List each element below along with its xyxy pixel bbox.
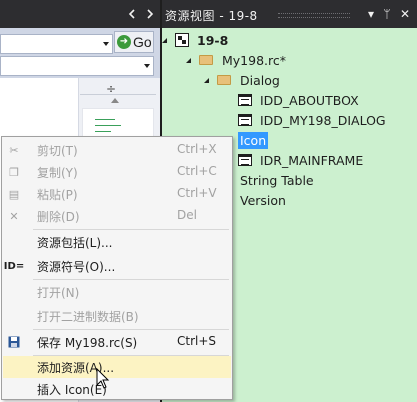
dialog-resource-icon	[238, 114, 252, 126]
menu-item-save[interactable]: 保存 My198.rc(S) Ctrl+S	[3, 331, 231, 353]
resource-view-title: 资源视图 - 19-8	[165, 9, 258, 23]
menu-item-label: 复制(Y)	[37, 166, 78, 180]
tree-item-label: Icon	[238, 131, 269, 149]
tree-item-label: Version	[240, 192, 286, 208]
menu-item-label: 打开二进制数据(B)	[37, 310, 139, 324]
delete-icon: ✕	[9, 209, 19, 223]
scroll-right-icon[interactable]	[142, 6, 158, 22]
menu-item-shortcut: Ctrl+V	[177, 186, 217, 200]
menu-item-label: 资源包括(L)...	[37, 236, 113, 250]
menu-item-shortcut: Del	[177, 208, 197, 222]
window-menu-icon[interactable]: ▾	[364, 7, 378, 21]
menu-item-label: 打开(N)	[37, 286, 80, 300]
editor-titlebar	[0, 0, 160, 28]
tree-item-version[interactable]: Version	[238, 190, 288, 210]
tree-item-dialog-folder[interactable]: Dialog	[204, 70, 282, 90]
save-icon	[6, 334, 22, 350]
tree-item-label: String Table	[240, 172, 314, 188]
scroll-up-icon[interactable]	[111, 98, 119, 103]
menu-item-label: 资源符号(O)...	[37, 260, 116, 274]
chevron-down-icon	[103, 42, 109, 46]
scope-combo[interactable]	[0, 34, 113, 54]
tree-item-root[interactable]: 19-8	[162, 30, 230, 50]
tree-item-label: 19-8	[197, 32, 229, 48]
thumbnail-line	[95, 125, 121, 126]
folder-icon	[217, 75, 231, 85]
titlebar-grip	[278, 13, 350, 18]
menu-item-resource-includes[interactable]: 资源包括(L)...	[3, 231, 231, 253]
thumbnail-line	[95, 131, 111, 132]
resource-symbols-icon: ID=	[3, 260, 25, 272]
close-icon[interactable]: ✕	[398, 7, 412, 21]
expander-icon[interactable]	[204, 77, 209, 83]
thumbnail-line	[95, 119, 115, 120]
tree-item-rc-file[interactable]: My198.rc*	[186, 50, 288, 70]
pin-icon[interactable]: ᛘ	[380, 7, 394, 21]
menu-item-resource-symbols[interactable]: ID= 资源符号(O)...	[3, 255, 231, 277]
menu-separator	[33, 329, 229, 330]
splitter-line	[80, 94, 156, 95]
menu-item-shortcut: Ctrl+C	[177, 164, 217, 178]
tree-item-label: IDD_ABOUTBOX	[260, 92, 359, 108]
go-button[interactable]: ➜ Go	[114, 31, 154, 53]
expander-icon[interactable]	[186, 57, 191, 63]
dialog-resource-icon	[238, 94, 252, 106]
tree-item-idd-my198-dialog[interactable]: IDD_MY198_DIALOG	[238, 110, 388, 130]
menu-item-open-binary[interactable]: 打开二进制数据(B)	[3, 305, 231, 327]
resource-view-titlebar: 资源视图 - 19-8 ▾ ᛘ ✕	[162, 0, 417, 28]
menu-item-shortcut: Ctrl+S	[177, 334, 217, 348]
tree-item-idd-aboutbox[interactable]: IDD_ABOUTBOX	[238, 90, 361, 110]
menu-item-add-resource[interactable]: 添加资源(A)...	[3, 356, 231, 378]
tree-item-label: IDD_MY198_DIALOG	[260, 112, 386, 128]
menu-item-cut[interactable]: ✂ 剪切(T) Ctrl+X	[3, 139, 231, 161]
menu-item-paste[interactable]: ▤ 粘贴(P) Ctrl+V	[3, 183, 231, 205]
menu-item-label: 粘贴(P)	[37, 188, 78, 202]
tree-item-idr-mainframe[interactable]: IDR_MAINFRAME	[238, 150, 365, 170]
menu-item-delete[interactable]: ✕ 删除(D) Del	[3, 205, 231, 227]
tree-item-label: My198.rc*	[222, 52, 287, 68]
tree-item-icon-folder[interactable]: Icon	[238, 130, 269, 150]
menu-item-label: 剪切(T)	[37, 144, 78, 158]
scroll-left-icon[interactable]	[124, 6, 140, 22]
menu-item-label: 保存 My198.rc(S)	[37, 336, 138, 350]
go-arrow-icon: ➜	[117, 35, 131, 49]
menu-item-insert-icon[interactable]: 插入 Icon(E)	[3, 378, 231, 400]
copy-icon: ❐	[9, 165, 19, 179]
menu-separator	[33, 229, 229, 230]
solution-icon	[175, 33, 189, 47]
editor-toolbar: ➜ Go	[0, 28, 160, 78]
go-button-label: Go	[133, 34, 152, 50]
paste-icon: ▤	[8, 187, 20, 201]
tree-item-label: Dialog	[240, 72, 280, 88]
menu-item-shortcut: Ctrl+X	[177, 142, 217, 156]
tree-item-string-table[interactable]: String Table	[238, 170, 316, 190]
expander-icon[interactable]	[162, 37, 167, 43]
menu-item-open[interactable]: 打开(N)	[3, 281, 231, 303]
menu-item-label: 删除(D)	[37, 210, 80, 224]
menu-separator	[33, 279, 229, 280]
tree-item-label: IDR_MAINFRAME	[260, 152, 364, 168]
folder-icon	[199, 55, 213, 65]
icon-resource-icon	[238, 154, 252, 166]
chevron-down-icon	[144, 64, 150, 68]
member-combo[interactable]	[0, 56, 154, 76]
menu-item-copy[interactable]: ❐ 复制(Y) Ctrl+C	[3, 161, 231, 183]
mouse-cursor-icon	[96, 368, 110, 389]
context-menu: ✂ 剪切(T) Ctrl+X ❐ 复制(Y) Ctrl+C ▤ 粘贴(P) Ct…	[1, 136, 233, 400]
scissors-icon: ✂	[9, 143, 19, 157]
